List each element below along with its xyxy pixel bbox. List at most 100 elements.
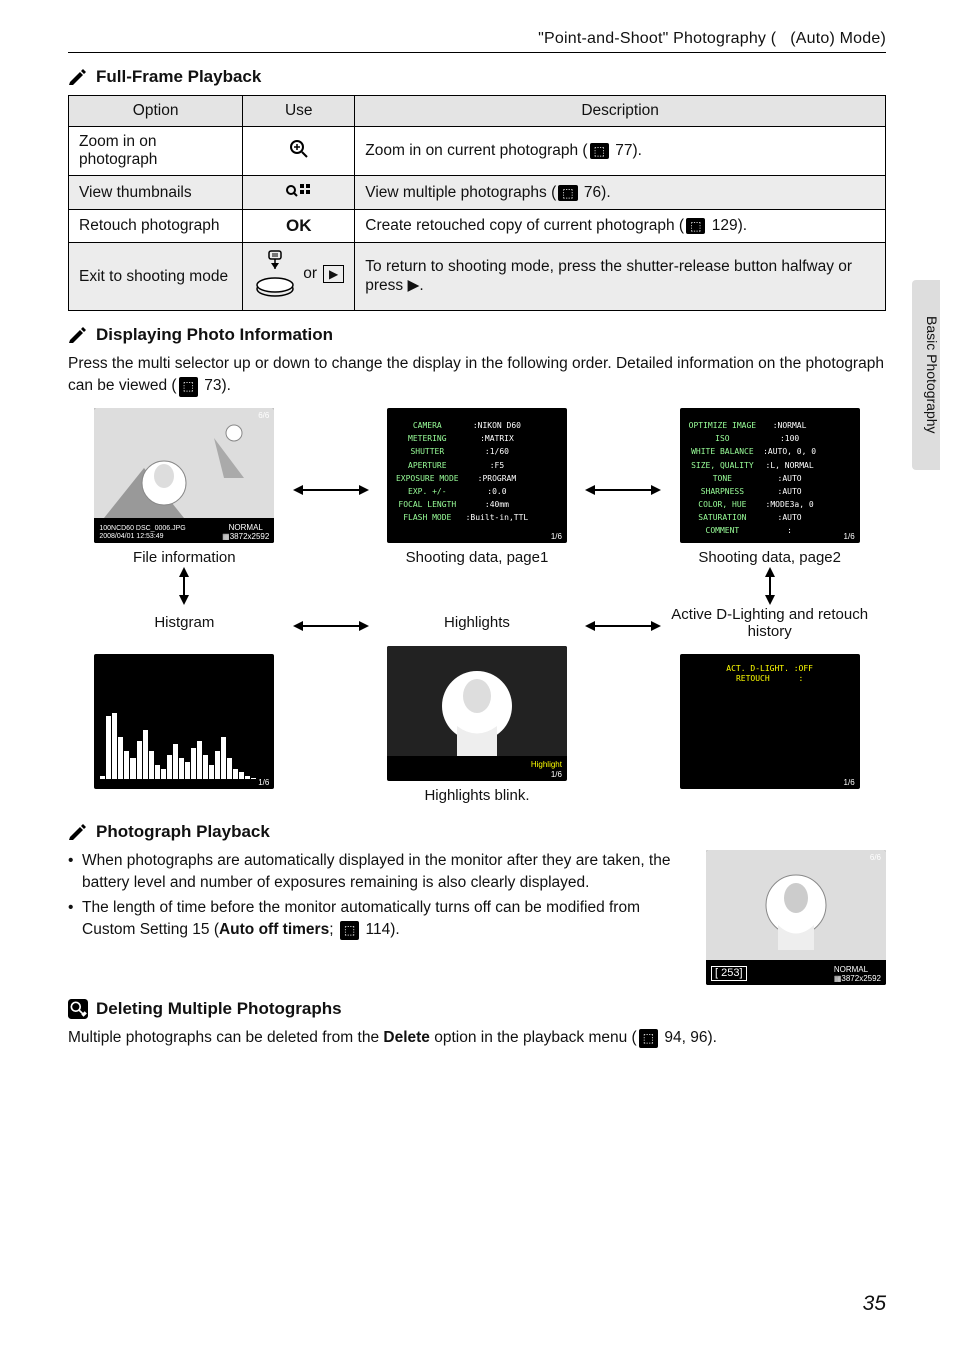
highlights-caption: Highlights blink. [361,787,594,804]
shoot2-panel: OPTIMIZE IMAGE:NORMALISO:100WHITE BALANC… [653,408,886,566]
highlight-label: Highlight [531,760,562,769]
section-title-text: Displaying Photo Information [96,325,333,345]
cell-desc: Zoom in on current photograph (⬚ 77). [355,127,886,176]
th-option: Option [69,96,243,127]
shoot2-data: OPTIMIZE IMAGE:NORMALISO:100WHITE BALANC… [680,408,860,543]
label-adl: Active D-Lighting and retouch history [653,606,886,640]
adl-panel: ACT. D-LIGHT. :OFF RETOUCH : 1/6 [653,654,886,795]
section4-body: Multiple photographs can be deleted from… [68,1027,886,1049]
screen-histogram: 1/6 [94,654,274,789]
list-item: The length of time before the monitor au… [68,897,886,940]
cell-desc: View multiple photographs (⬚ 76). [355,176,886,210]
shoot1-data: CAMERA:NIKON D60METERING:MATRIXSHUTTER:1… [387,408,567,530]
arrow-vert-icon [653,566,886,606]
desc-ref: 76 [584,184,601,201]
cell-option: View thumbnails [69,176,243,210]
screen-adl: ACT. D-LIGHT. :OFF RETOUCH : 1/6 [680,654,860,789]
ref-icon: ⬚ [686,218,705,234]
ref-icon: ⬚ [639,1029,658,1048]
arrow-bi-icon [301,481,361,499]
desc-ref: 77 [615,142,632,159]
pencil-icon [68,824,88,840]
arrow-bi-icon [301,617,361,635]
cell-use: OK [243,210,355,243]
footer: 1/6 [551,770,562,779]
play-button-icon: ▶ [323,265,344,283]
cell-use [243,127,355,176]
screen-shoot2: OPTIMIZE IMAGE:NORMALISO:100WHITE BALANC… [680,408,860,543]
arrow-bi-icon [593,617,653,635]
body-ref: 73 [204,377,221,394]
label-highlights: Highlights [361,614,594,631]
list-item: When photographs are automatically displ… [68,850,886,893]
table-row: Zoom in on photograph Zoom in on current… [69,127,886,176]
page-number: 35 [863,1292,886,1316]
counter: 6/6 [258,411,269,420]
arrow-vert-icon [68,566,301,606]
footer-right: NORMAL ▦3872x2592 [222,523,269,541]
cell-desc: To return to shooting mode, press the sh… [355,243,886,311]
section2-body: Press the multi selector up or down to c… [68,353,886,398]
footer-line1: 100NCD60 DSC_0006.JPG [99,525,185,533]
th-use: Use [243,96,355,127]
section-fullframe-title: Full-Frame Playback [68,67,886,87]
section-playback-title: Photograph Playback [68,822,886,842]
cell-option: Zoom in on photograph [69,127,243,176]
section-title-text: Deleting Multiple Photographs [96,999,342,1019]
desc-post: ). [738,217,747,234]
table-row: View thumbnails View multiple photograph… [69,176,886,210]
desc-text: To return to shooting mode, press the sh… [365,258,852,294]
quickref-icon [68,1001,88,1017]
screen-file-info: 6/6 100NCD60 DSC_0006.JPG 2008/04/01 12:… [94,408,274,543]
label-histogram: Histgram [68,614,301,631]
breadcrumb-text: "Point-and-Shoot" Photography ( (Auto) M… [538,30,886,47]
body-mid: option in the playback menu ( [430,1029,637,1046]
shoot1-panel: CAMERA:NIKON D60METERING:MATRIXSHUTTER:1… [361,408,594,566]
bold-text: Delete [383,1029,430,1046]
or-label: or [303,265,317,283]
file-info-panel: 6/6 100NCD60 DSC_0006.JPG 2008/04/01 12:… [68,408,301,566]
bold-text: Auto off timers [219,921,329,938]
footer: 1/6 [844,532,855,541]
table-row: Retouch photograph OK Create retouched c… [69,210,886,243]
ref-icon: ⬚ [558,185,577,201]
cell-option: Retouch photograph [69,210,243,243]
label-shoot1: Shooting data, page1 [361,549,594,566]
desc-pre: View multiple photographs ( [365,184,556,201]
body-pre: Multiple photographs can be deleted from… [68,1029,383,1046]
thumbnail-icon [286,185,312,202]
footer-right: NORMAL ▦3872x2592 [834,965,881,983]
section-displaying-title: Displaying Photo Information [68,325,886,345]
ref-icon: ⬚ [590,143,609,159]
th-description: Description [355,96,886,127]
shutter-icon: or ▶ [253,249,344,299]
histogram-panel: 1/6 [68,654,301,795]
ref-icon: ⬚ [340,921,359,940]
highlights-panel: Highlight 1/6 Highlights blink. [361,646,594,804]
battery-frames: [ 253] [711,966,747,981]
footer-line2: 2008/04/01 12:53:49 [99,533,163,541]
screen-shoot1: CAMERA:NIKON D60METERING:MATRIXSHUTTER:1… [387,408,567,543]
footer: 1/6 [844,778,855,787]
table-row: Exit to shooting mode or ▶ To return to … [69,243,886,311]
footer: 1/6 [258,778,269,787]
desc-ref: 129 [712,217,738,234]
arrow-bi-icon [593,481,653,499]
section-title-text: Photograph Playback [96,822,270,842]
pencil-icon [68,327,88,343]
magnify-plus-icon [289,146,309,163]
body-ref: 94, 96 [664,1029,707,1046]
section-title-text: Full-Frame Playback [96,67,261,87]
cell-use [243,176,355,210]
side-tab: Basic Photography [912,280,940,470]
desc-post: ). [601,184,610,201]
body-post: ). [221,377,230,394]
screen-highlights: Highlight 1/6 [387,646,567,781]
label-shoot2: Shooting data, page2 [653,549,886,566]
playback-body: 6/6 [ 253] NORMAL ▦3872x2592 When photog… [68,850,886,991]
breadcrumb: "Point-and-Shoot" Photography ( (Auto) M… [68,30,886,53]
ref: 114 [365,921,390,938]
ref-icon: ⬚ [179,377,198,396]
diagram-row-bottom: 1/6 Highlight 1/6 Highlights blink. ACT.… [68,646,886,804]
side-tab-label: Basic Photography [924,316,940,434]
